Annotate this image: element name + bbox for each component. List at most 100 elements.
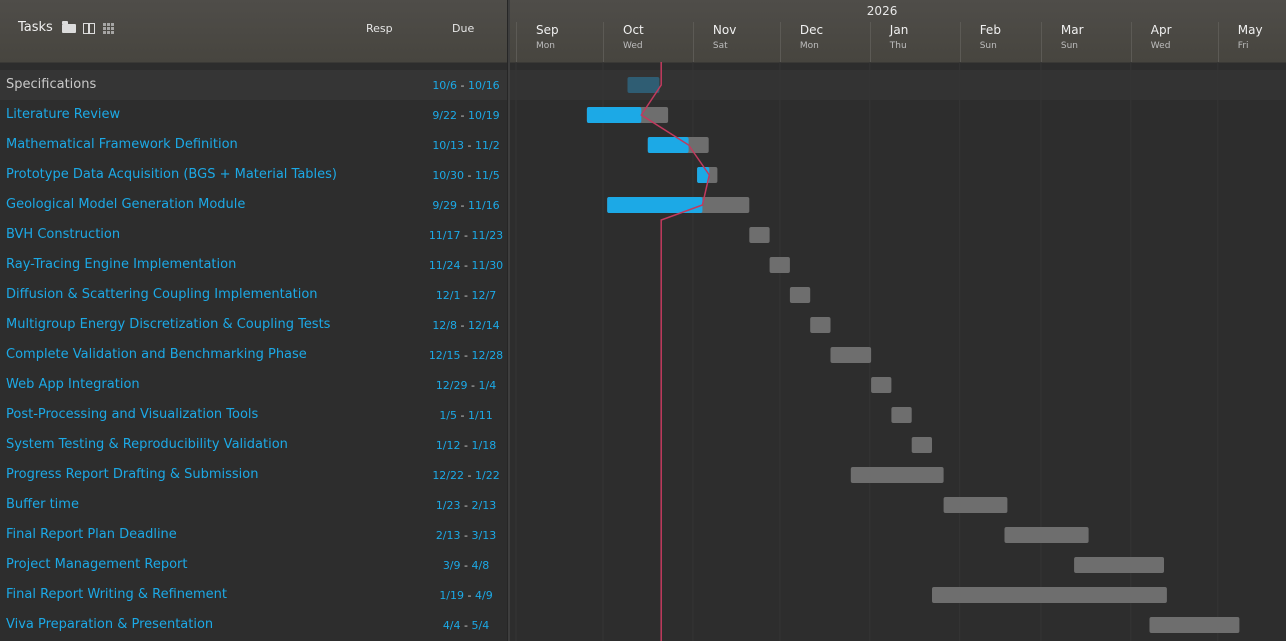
task-name[interactable]: Progress Report Drafting & Submission (6, 467, 258, 482)
resp-column-header[interactable]: Resp (366, 22, 393, 35)
weekday-label: Fri (1237, 41, 1249, 51)
folder-open-icon[interactable] (61, 20, 77, 36)
due-column-header[interactable]: Due (452, 22, 474, 35)
task-bar[interactable] (830, 347, 872, 363)
task-row[interactable]: Complete Validation and Benchmarking Pha… (0, 340, 507, 370)
task-row[interactable]: Ray-Tracing Engine Implementation 11/24 -… (0, 250, 507, 280)
date-separator: - (460, 559, 472, 572)
task-name[interactable]: BVH Construction (6, 227, 120, 242)
task-end-date: 1/22 (474, 469, 500, 482)
year-label: 2026 (866, 4, 898, 18)
gantt-chart-panel: 2026 Sep Mon Oct Wed Nov Sat Dec Mon Jan Thu Feb Su… (510, 0, 1286, 641)
date-separator: - (460, 439, 472, 452)
weekday-label: Mon (536, 41, 555, 51)
task-name[interactable]: Post-Processing and Visualization Tools (6, 407, 258, 422)
task-date-range: 1/23 - 2/13 (410, 499, 522, 512)
task-bar[interactable] (911, 437, 932, 453)
month-label: Jan (889, 23, 909, 37)
task-date-range: 12/22 - 1/22 (410, 469, 522, 482)
group-summary-bar[interactable] (627, 77, 660, 93)
task-name[interactable]: System Testing & Reproducibility Validat… (6, 437, 288, 452)
task-bar[interactable] (1004, 527, 1089, 543)
task-list-header: Tasks Resp Due (0, 0, 507, 63)
task-row[interactable]: BVH Construction 11/17 - 11/23 (0, 220, 507, 250)
task-name[interactable]: Prototype Data Acquisition (BGS + Materi… (6, 167, 337, 182)
task-name[interactable]: Buffer time (6, 497, 79, 512)
weekday-label: Thu (889, 41, 907, 51)
task-start-date: 9/29 (432, 199, 458, 212)
weekday-label: Wed (623, 41, 643, 51)
task-row[interactable]: System Testing & Reproducibility Validat… (0, 430, 507, 460)
task-name[interactable]: Ray-Tracing Engine Implementation (6, 257, 236, 272)
task-date-range: 1/5 - 1/11 (410, 409, 522, 422)
task-bar[interactable] (1074, 557, 1164, 573)
task-progress-bar[interactable] (586, 107, 642, 123)
task-bar[interactable] (789, 287, 811, 303)
task-name[interactable]: Literature Review (6, 107, 120, 122)
date-separator: - (464, 589, 475, 602)
task-bar[interactable] (749, 227, 770, 243)
task-row[interactable]: Progress Report Drafting & Submission 12/… (0, 460, 507, 490)
task-row[interactable]: Viva Preparation & Presentation 4/4 - 5/4 (0, 610, 507, 640)
task-row[interactable]: Web App Integration 12/29 - 1/4 (0, 370, 507, 400)
task-bar[interactable] (932, 587, 1167, 603)
task-name[interactable]: Diffusion & Scattering Coupling Implemen… (6, 287, 318, 302)
month-divider (1217, 22, 1219, 62)
grid-icon[interactable] (101, 20, 117, 36)
task-row[interactable]: Post-Processing and Visualization Tools 1… (0, 400, 507, 430)
task-date-range: 11/17 - 11/23 (410, 229, 522, 242)
task-end-date: 1/18 (471, 439, 497, 452)
task-end-date: 12/28 (471, 349, 504, 362)
task-name[interactable]: Specifications (6, 77, 96, 92)
task-row[interactable]: Project Management Report 3/9 - 4/8 (0, 550, 507, 580)
task-name[interactable]: Project Management Report (6, 557, 187, 572)
task-rows: Specifications 10/6 - 10/16 Literature Rev… (0, 70, 507, 640)
task-name[interactable]: Geological Model Generation Module (6, 197, 245, 212)
task-end-date: 11/30 (471, 259, 504, 272)
task-row[interactable]: Multigroup Energy Discretization & Coupl… (0, 310, 507, 340)
task-end-date: 2/13 (471, 499, 497, 512)
task-end-date: 10/19 (467, 109, 500, 122)
task-bar[interactable] (810, 317, 831, 333)
task-date-range: 12/8 - 12/14 (410, 319, 522, 332)
task-start-date: 10/13 (432, 139, 465, 152)
month-label: Apr (1150, 23, 1172, 37)
task-bar[interactable] (850, 467, 944, 483)
task-bar[interactable] (891, 407, 912, 423)
table-layout-icon[interactable] (81, 20, 97, 36)
date-separator: - (464, 139, 475, 152)
task-name[interactable]: Complete Validation and Benchmarking Pha… (6, 347, 307, 362)
task-name[interactable]: Final Report Plan Deadline (6, 527, 177, 542)
task-end-date: 1/11 (467, 409, 493, 422)
task-end-date: 12/7 (471, 289, 497, 302)
task-row[interactable]: Diffusion & Scattering Coupling Implemen… (0, 280, 507, 310)
date-separator: - (460, 499, 472, 512)
task-bar[interactable] (871, 377, 892, 393)
task-progress-bar[interactable] (647, 137, 689, 153)
date-separator: - (460, 619, 472, 632)
task-name[interactable]: Mathematical Framework Definition (6, 137, 238, 152)
task-start-date: 1/23 (435, 499, 461, 512)
task-start-date: 10/30 (432, 169, 465, 182)
task-row[interactable]: Final Report Writing & Refinement 1/19 - … (0, 580, 507, 610)
task-name[interactable]: Viva Preparation & Presentation (6, 617, 213, 632)
task-row[interactable]: Literature Review 9/22 - 10/19 (0, 100, 507, 130)
task-bar[interactable] (769, 257, 790, 273)
task-bar[interactable] (943, 497, 1008, 513)
task-row[interactable]: Mathematical Framework Definition 10/13 -… (0, 130, 507, 160)
task-end-date: 11/2 (474, 139, 500, 152)
weekday-label: Sat (712, 41, 728, 51)
task-date-range: 9/29 - 11/16 (410, 199, 522, 212)
task-end-date: 1/4 (478, 379, 497, 392)
task-row[interactable]: Buffer time 1/23 - 2/13 (0, 490, 507, 520)
task-name[interactable]: Web App Integration (6, 377, 140, 392)
task-name[interactable]: Final Report Writing & Refinement (6, 587, 227, 602)
task-name[interactable]: Multigroup Energy Discretization & Coupl… (6, 317, 330, 332)
task-bar[interactable] (1149, 617, 1240, 633)
task-end-date: 12/14 (467, 319, 500, 332)
task-row[interactable]: Final Report Plan Deadline 2/13 - 3/13 (0, 520, 507, 550)
task-group-row[interactable]: Specifications 10/6 - 10/16 (0, 70, 507, 100)
task-list-panel: Tasks Resp Due Specifications 10/6 - 10/1… (0, 0, 507, 641)
task-row[interactable]: Geological Model Generation Module 9/29 -… (0, 190, 507, 220)
task-row[interactable]: Prototype Data Acquisition (BGS + Materi… (0, 160, 507, 190)
